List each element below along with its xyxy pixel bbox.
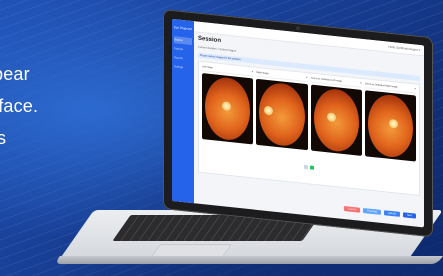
retina-image bbox=[310, 84, 362, 156]
image-slot-undilated-right[interactable]: Select an Undilated Right Image ✕ bbox=[364, 82, 416, 162]
sidebar: Eye Diagnostics Session Patients Reports… bbox=[172, 18, 194, 204]
user-menu[interactable]: Hello Ophthalmologist ▾ bbox=[388, 45, 420, 52]
upload-button[interactable]: Upload bbox=[383, 210, 400, 217]
sidebar-item-settings[interactable]: Settings bbox=[174, 63, 192, 72]
image-slot-right[interactable]: Right Image ✕ bbox=[256, 70, 308, 151]
cancel-button[interactable]: Cancel bbox=[344, 206, 361, 213]
previous-button[interactable]: Previous bbox=[363, 208, 381, 215]
laptop-base-edge bbox=[54, 256, 443, 264]
page-dot-active[interactable] bbox=[310, 165, 314, 170]
retina-image bbox=[256, 78, 308, 151]
image-label: Select an Undilated Right Image bbox=[364, 83, 398, 89]
image-label: Right Image bbox=[256, 71, 269, 76]
caption-line-2: rface. bbox=[0, 96, 39, 116]
next-button[interactable]: Next bbox=[402, 212, 416, 219]
laptop-screen: Eye Diagnostics Session Patients Reports… bbox=[172, 18, 424, 228]
close-icon[interactable]: ✕ bbox=[251, 70, 253, 75]
close-icon[interactable]: ✕ bbox=[360, 82, 362, 87]
image-panel: Left Image ✕ Right Image ✕ Select an Undil… bbox=[198, 60, 420, 197]
sidebar-item-patients[interactable]: Patients bbox=[174, 45, 192, 54]
caption-line-3: s bbox=[0, 128, 7, 148]
caption-line-1: pear bbox=[0, 64, 30, 84]
app-logo: Eye Diagnostics bbox=[174, 25, 192, 32]
laptop-lid: Eye Diagnostics Session Patients Reports… bbox=[163, 9, 433, 238]
image-slot-left[interactable]: Left Image ✕ bbox=[202, 65, 254, 145]
page-dot[interactable] bbox=[304, 164, 308, 170]
main-content: Session Current Session > Select Images … bbox=[198, 36, 420, 223]
close-icon[interactable]: ✕ bbox=[306, 76, 308, 81]
sidebar-item-reports[interactable]: Reports bbox=[174, 54, 192, 63]
retina-image bbox=[364, 90, 416, 162]
pager bbox=[304, 164, 314, 170]
image-label: Select an Undilated Left Image bbox=[310, 77, 342, 83]
camera-icon bbox=[296, 25, 300, 31]
retina-image bbox=[202, 73, 254, 145]
marketing-caption: pear rface. s bbox=[0, 58, 38, 154]
image-slot-undilated-left[interactable]: Select an Undilated Left Image ✕ bbox=[310, 76, 362, 156]
action-bar: Cancel Previous Upload Next bbox=[344, 206, 416, 219]
close-icon[interactable]: ✕ bbox=[414, 87, 416, 92]
sidebar-item-session[interactable]: Session bbox=[174, 36, 192, 46]
image-label: Left Image bbox=[202, 66, 213, 70]
